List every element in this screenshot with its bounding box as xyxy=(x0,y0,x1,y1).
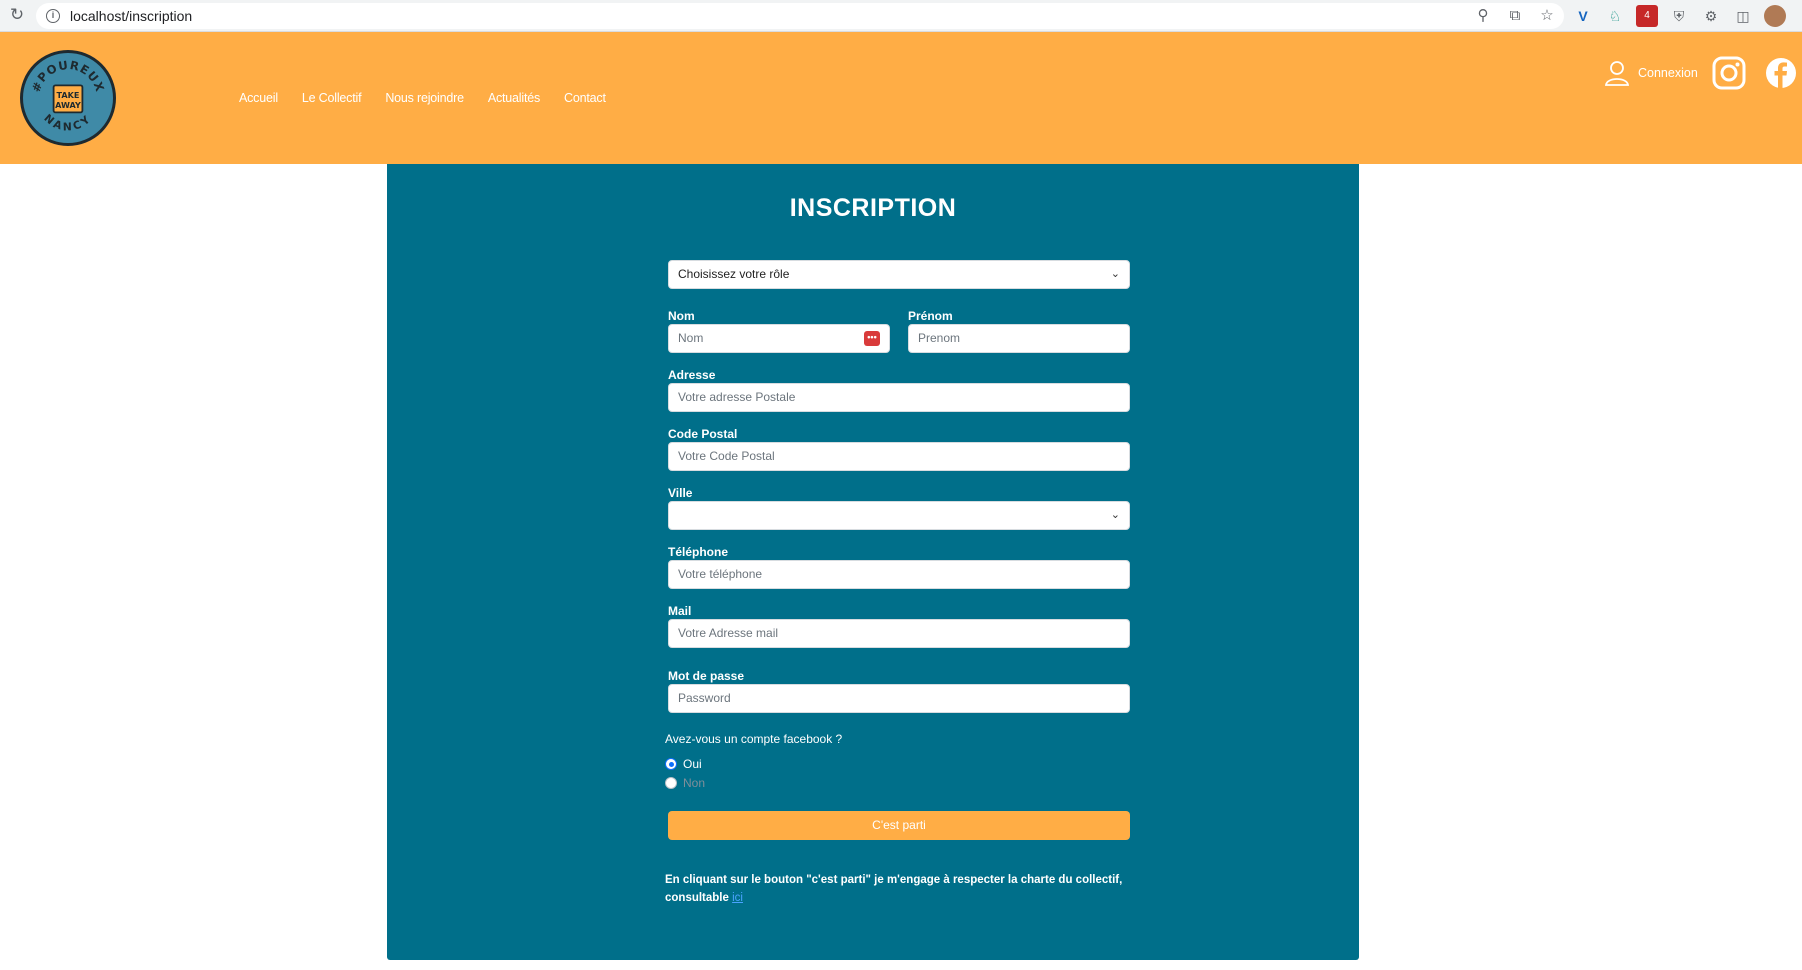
adresse-label: Adresse xyxy=(668,368,716,382)
reload-icon[interactable]: ↻ xyxy=(7,5,27,25)
vuejs-devtools-icon[interactable]: V xyxy=(1572,5,1594,27)
logo-center-line-1: TAKE xyxy=(57,90,80,100)
adresse-field[interactable]: Votre adresse Postale xyxy=(668,383,1130,412)
prenom-field[interactable]: Prenom xyxy=(908,324,1130,353)
login-link[interactable]: Connexion xyxy=(1604,60,1698,86)
nom-placeholder: Nom xyxy=(678,331,704,345)
code-postal-placeholder: Votre Code Postal xyxy=(678,449,775,463)
adresse-placeholder: Votre adresse Postale xyxy=(678,390,796,404)
profile-avatar[interactable] xyxy=(1764,5,1786,27)
code-postal-field[interactable]: Votre Code Postal xyxy=(668,442,1130,471)
logo-badge-icon: #POUREUX NANCY TAKE AWAY xyxy=(29,58,106,134)
radio-non-option[interactable]: Non xyxy=(665,776,705,790)
address-bar[interactable]: i localhost/inscription ⚲ ⧉ ☆ xyxy=(36,3,1564,29)
inscription-card: INSCRIPTION Choisissez votre rôle ⌄ Nom … xyxy=(387,164,1359,960)
radio-oui[interactable] xyxy=(665,758,677,770)
prenom-label: Prénom xyxy=(908,309,953,323)
password-placeholder: Password xyxy=(678,691,731,705)
nom-field[interactable]: Nom ••• xyxy=(668,324,890,353)
radio-non-label: Non xyxy=(683,776,706,790)
mail-label: Mail xyxy=(668,604,692,618)
password-field[interactable]: Password xyxy=(668,684,1130,713)
submit-button[interactable]: C'est parti xyxy=(668,811,1130,840)
password-manager-icon[interactable]: ••• xyxy=(864,331,880,346)
poureux-logo[interactable]: #POUREUX NANCY TAKE AWAY xyxy=(20,50,116,146)
extension-badge-count: 4 xyxy=(1644,10,1650,21)
svg-text:NANCY: NANCY xyxy=(41,111,94,133)
telephone-label: Téléphone xyxy=(668,545,729,559)
telephone-field[interactable]: Votre téléphone xyxy=(668,560,1130,589)
radio-oui-option[interactable]: Oui xyxy=(665,757,702,771)
radio-oui-label: Oui xyxy=(683,757,702,771)
role-select[interactable]: Choisissez votre rôle ⌄ xyxy=(668,260,1130,289)
main-nav: Accueil Le Collectif Nous rejoindre Actu… xyxy=(239,91,606,105)
side-panel-icon[interactable]: ◫ xyxy=(1732,5,1754,27)
instagram-icon[interactable] xyxy=(1712,56,1746,90)
nav-nous-rejoindre[interactable]: Nous rejoindre xyxy=(385,91,464,105)
nav-accueil[interactable]: Accueil xyxy=(239,91,278,105)
logo-bottom-text: NANCY xyxy=(41,111,91,133)
zoom-icon[interactable]: ⚲ xyxy=(1474,7,1492,25)
ville-label: Ville xyxy=(668,486,693,500)
nav-le-collectif[interactable]: Le Collectif xyxy=(302,91,362,105)
browser-toolbar: ↻ i localhost/inscription ⚲ ⧉ ☆ V ♘ 4 ⛨ … xyxy=(0,0,1802,32)
code-postal-label: Code Postal xyxy=(668,427,738,441)
charter-disclaimer: En cliquant sur le bouton "c'est parti" … xyxy=(665,871,1135,907)
nav-actualites[interactable]: Actualités xyxy=(488,91,540,105)
site-header: #POUREUX NANCY TAKE AWAY Accueil Le Coll… xyxy=(0,32,1802,164)
extension-teal-icon[interactable]: ♘ xyxy=(1604,5,1626,27)
page-title: INSCRIPTION xyxy=(789,194,957,222)
facebook-question: Avez-vous un compte facebook ? xyxy=(665,732,843,746)
password-label: Mot de passe xyxy=(668,669,745,683)
share-icon[interactable]: ⧉ xyxy=(1506,7,1524,25)
extension-red-badge-icon[interactable]: 4 xyxy=(1636,5,1658,27)
user-icon xyxy=(1604,61,1630,86)
telephone-placeholder: Votre téléphone xyxy=(678,567,763,581)
url-text[interactable]: localhost/inscription xyxy=(70,8,192,24)
radio-non[interactable] xyxy=(665,777,677,789)
mail-placeholder: Votre Adresse mail xyxy=(678,626,779,640)
charter-link[interactable]: ici xyxy=(732,892,743,904)
ville-select[interactable]: ⌄ xyxy=(668,501,1130,530)
chevron-down-icon: ⌄ xyxy=(1110,268,1120,280)
facebook-icon[interactable] xyxy=(1764,56,1798,90)
shield-extension-icon[interactable]: ⛨ xyxy=(1668,5,1690,27)
extensions-bar: V ♘ 4 ⛨ ⚙ ◫ xyxy=(1572,5,1786,27)
prenom-placeholder: Prenom xyxy=(918,331,961,345)
nom-label: Nom xyxy=(668,309,695,323)
chevron-down-icon: ⌄ xyxy=(1110,509,1120,521)
site-info-icon[interactable]: i xyxy=(46,9,60,23)
logo-center-line-2: AWAY xyxy=(55,100,81,110)
login-label: Connexion xyxy=(1638,66,1698,80)
role-select-value: Choisissez votre rôle xyxy=(678,267,790,281)
mail-field[interactable]: Votre Adresse mail xyxy=(668,619,1130,648)
nav-contact[interactable]: Contact xyxy=(564,91,606,105)
bookmark-star-icon[interactable]: ☆ xyxy=(1538,7,1556,25)
puzzle-extensions-icon[interactable]: ⚙ xyxy=(1700,5,1722,27)
